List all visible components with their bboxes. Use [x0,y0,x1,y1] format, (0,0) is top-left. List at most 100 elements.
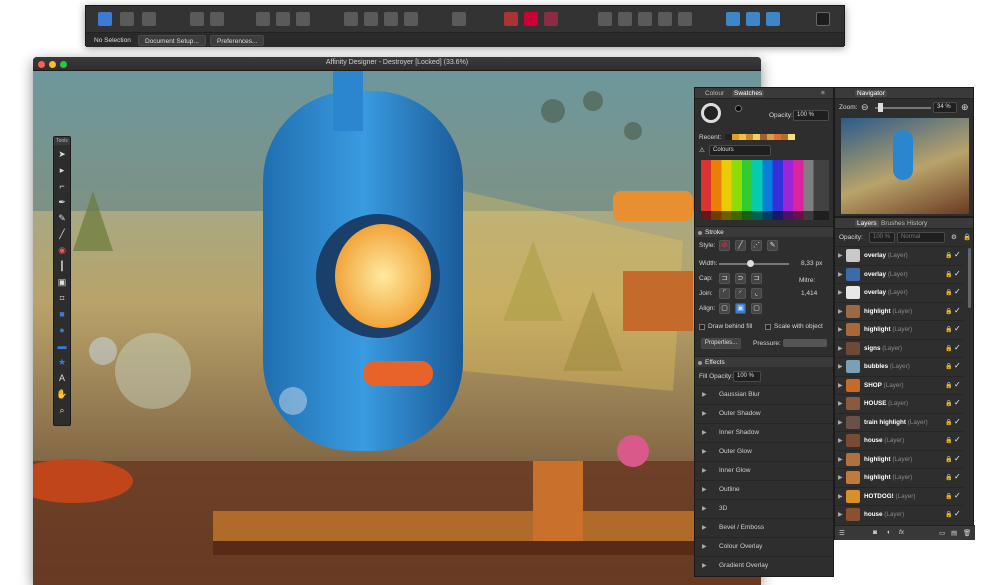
layer-lock-icon[interactable]: 🔒 [945,289,952,296]
expand-arrow-icon[interactable]: ▶ [838,400,843,407]
expand-arrow-icon[interactable]: ▶ [838,419,843,426]
node-tool-icon[interactable]: ▸ [55,163,69,177]
grid-icon[interactable] [344,12,358,26]
rounded-rect-tool-icon[interactable]: ▬ [55,339,69,353]
ellipse-tool-icon[interactable]: ● [55,323,69,337]
expand-arrow-icon[interactable]: ▶ [838,289,843,296]
layer-visibility-check-icon[interactable]: ✓ [954,509,961,518]
expand-arrow-icon[interactable]: ▶ [838,456,843,463]
add-mask-icon[interactable]: ◙ [873,529,877,536]
fx-icon[interactable]: fx [899,529,904,536]
effect-colour-overlay[interactable]: ▶ Colour Overlay [695,537,833,556]
layer-visibility-check-icon[interactable]: ✓ [954,269,961,278]
distribute-icon[interactable] [276,12,290,26]
layer-visibility-check-icon[interactable]: ✓ [954,324,961,333]
arrange-front-icon[interactable] [404,12,418,26]
star-tool-icon[interactable]: ★ [55,355,69,369]
layers-scrollbar[interactable] [968,248,971,308]
layer-visibility-check-icon[interactable]: ✓ [954,398,961,407]
view-mode-icon[interactable] [190,12,204,26]
width-slider[interactable] [719,263,789,265]
bubble-2-icon[interactable] [746,12,760,26]
layer-visibility-check-icon[interactable]: ✓ [954,417,961,426]
pixel-persona-icon[interactable] [120,12,134,26]
crop-tool-icon[interactable]: ⌗ [55,291,69,305]
layer-row[interactable]: ▶ train highlight (Layer) 🔒 ✓ [835,412,963,431]
layer-lock-icon[interactable]: 🔒 [945,400,952,407]
effect-bevel-emboss[interactable]: ▶ Bevel / Emboss [695,518,833,537]
insert-icon[interactable] [524,12,538,26]
zoom-in-icon[interactable]: ⊕ [961,102,969,113]
transparency-tool-icon[interactable]: ┃ [55,259,69,273]
fill-well-icon[interactable] [735,105,742,112]
width-value[interactable]: 8,33 px [801,260,822,267]
effect-inner-shadow[interactable]: ▶ Inner Shadow [695,423,833,442]
layer-lock-icon[interactable]: 🔒 [945,308,952,315]
arrange-back-icon[interactable] [384,12,398,26]
align-center-icon[interactable]: ▢ [719,303,730,314]
layer-visibility-check-icon[interactable]: ✓ [954,287,961,296]
delete-layer-icon[interactable]: 🗑 [963,529,971,537]
geometry-intersect-icon[interactable] [638,12,652,26]
tab-history[interactable]: History [907,220,927,227]
layer-visibility-check-icon[interactable]: ✓ [954,343,961,352]
butt-cap-icon[interactable]: ⊐ [719,273,730,284]
document-setup-button[interactable]: Document Setup... [138,35,206,46]
width-slider-handle[interactable] [747,260,754,267]
scale-with-object-checkbox[interactable] [765,324,771,330]
layer-visibility-check-icon[interactable]: ✓ [954,491,961,500]
layer-visibility-check-icon[interactable]: ✓ [954,306,961,315]
tab-navigator[interactable]: Navigator [855,90,887,97]
palette-dropdown[interactable]: Colours [709,145,771,156]
geometry-add-icon[interactable] [598,12,612,26]
layer-visibility-check-icon[interactable]: ✓ [954,250,961,259]
zoom-out-icon[interactable]: ⊖ [861,102,869,113]
effect-gaussian-blur[interactable]: ▶ Gaussian Blur [695,385,833,404]
expand-arrow-icon[interactable]: ▶ [838,271,843,278]
expand-arrow-icon[interactable]: ▶ [838,493,843,500]
round-cap-icon[interactable]: ⊃ [735,273,746,284]
pen-tool-icon[interactable]: ✒ [55,195,69,209]
solid-line-icon[interactable]: ╱ [735,240,746,251]
blend-mode-dropdown[interactable]: Normal [897,232,945,243]
layer-row[interactable]: ▶ overlay (Layer) 🔒 ✓ [835,264,963,283]
corner-tool-icon[interactable]: ⌐ [55,179,69,193]
expand-arrow-icon[interactable]: ▶ [838,511,843,518]
dashed-line-icon[interactable]: ⋰ [751,240,762,251]
expand-arrow-icon[interactable]: ▶ [838,382,843,389]
zoom-slider-handle[interactable] [878,103,883,112]
expand-arrow-icon[interactable]: ▶ [838,437,843,444]
tab-brushes[interactable]: Brushes [881,220,905,227]
zoom-tool-icon[interactable]: ⌕ [55,403,69,417]
effects-section-header[interactable]: Effects [695,356,833,367]
artwork-canvas[interactable] [33,71,761,585]
stroke-section-header[interactable]: Stroke [695,226,833,237]
tab-colour[interactable]: Colour [705,90,724,97]
add-layer-icon[interactable]: ▭ [939,529,945,537]
bubble-3-icon[interactable] [766,12,780,26]
effect-outline[interactable]: ▶ Outline [695,480,833,499]
tab-swatches[interactable]: Swatches [732,90,765,97]
layer-visibility-check-icon[interactable]: ✓ [954,472,961,481]
layer-row[interactable]: ▶ house (Layer) 🔒 ✓ [835,505,963,523]
colour-icon[interactable] [504,12,518,26]
layer-row[interactable]: ▶ overlay (Layer) 🔒 ✓ [835,246,963,264]
layer-row[interactable]: ▶ HOUSE (Layer) 🔒 ✓ [835,394,963,412]
geometry-subtract-icon[interactable] [618,12,632,26]
align-icon[interactable] [256,12,270,26]
effect-inner-glow[interactable]: ▶ Inner Glow [695,461,833,480]
geometry-divide-icon[interactable] [658,12,672,26]
info-icon[interactable] [816,12,830,26]
layer-lock-icon[interactable]: 🔒 [945,437,952,444]
rectangle-tool-icon[interactable]: ■ [55,307,69,321]
opacity-field[interactable]: 100 % [793,110,829,121]
draw-behind-fill-checkbox[interactable] [699,324,705,330]
colour-wells[interactable] [701,103,721,123]
effect-outer-shadow[interactable]: ▶ Outer Shadow [695,404,833,423]
adjustment-icon[interactable]: ◐ [887,529,891,536]
layer-visibility-check-icon[interactable]: ✓ [954,380,961,389]
effect-outer-glow[interactable]: ▶ Outer Glow [695,442,833,461]
assistant-icon[interactable] [544,12,558,26]
snapping-icon[interactable] [210,12,224,26]
expand-arrow-icon[interactable]: ▶ [838,363,843,370]
